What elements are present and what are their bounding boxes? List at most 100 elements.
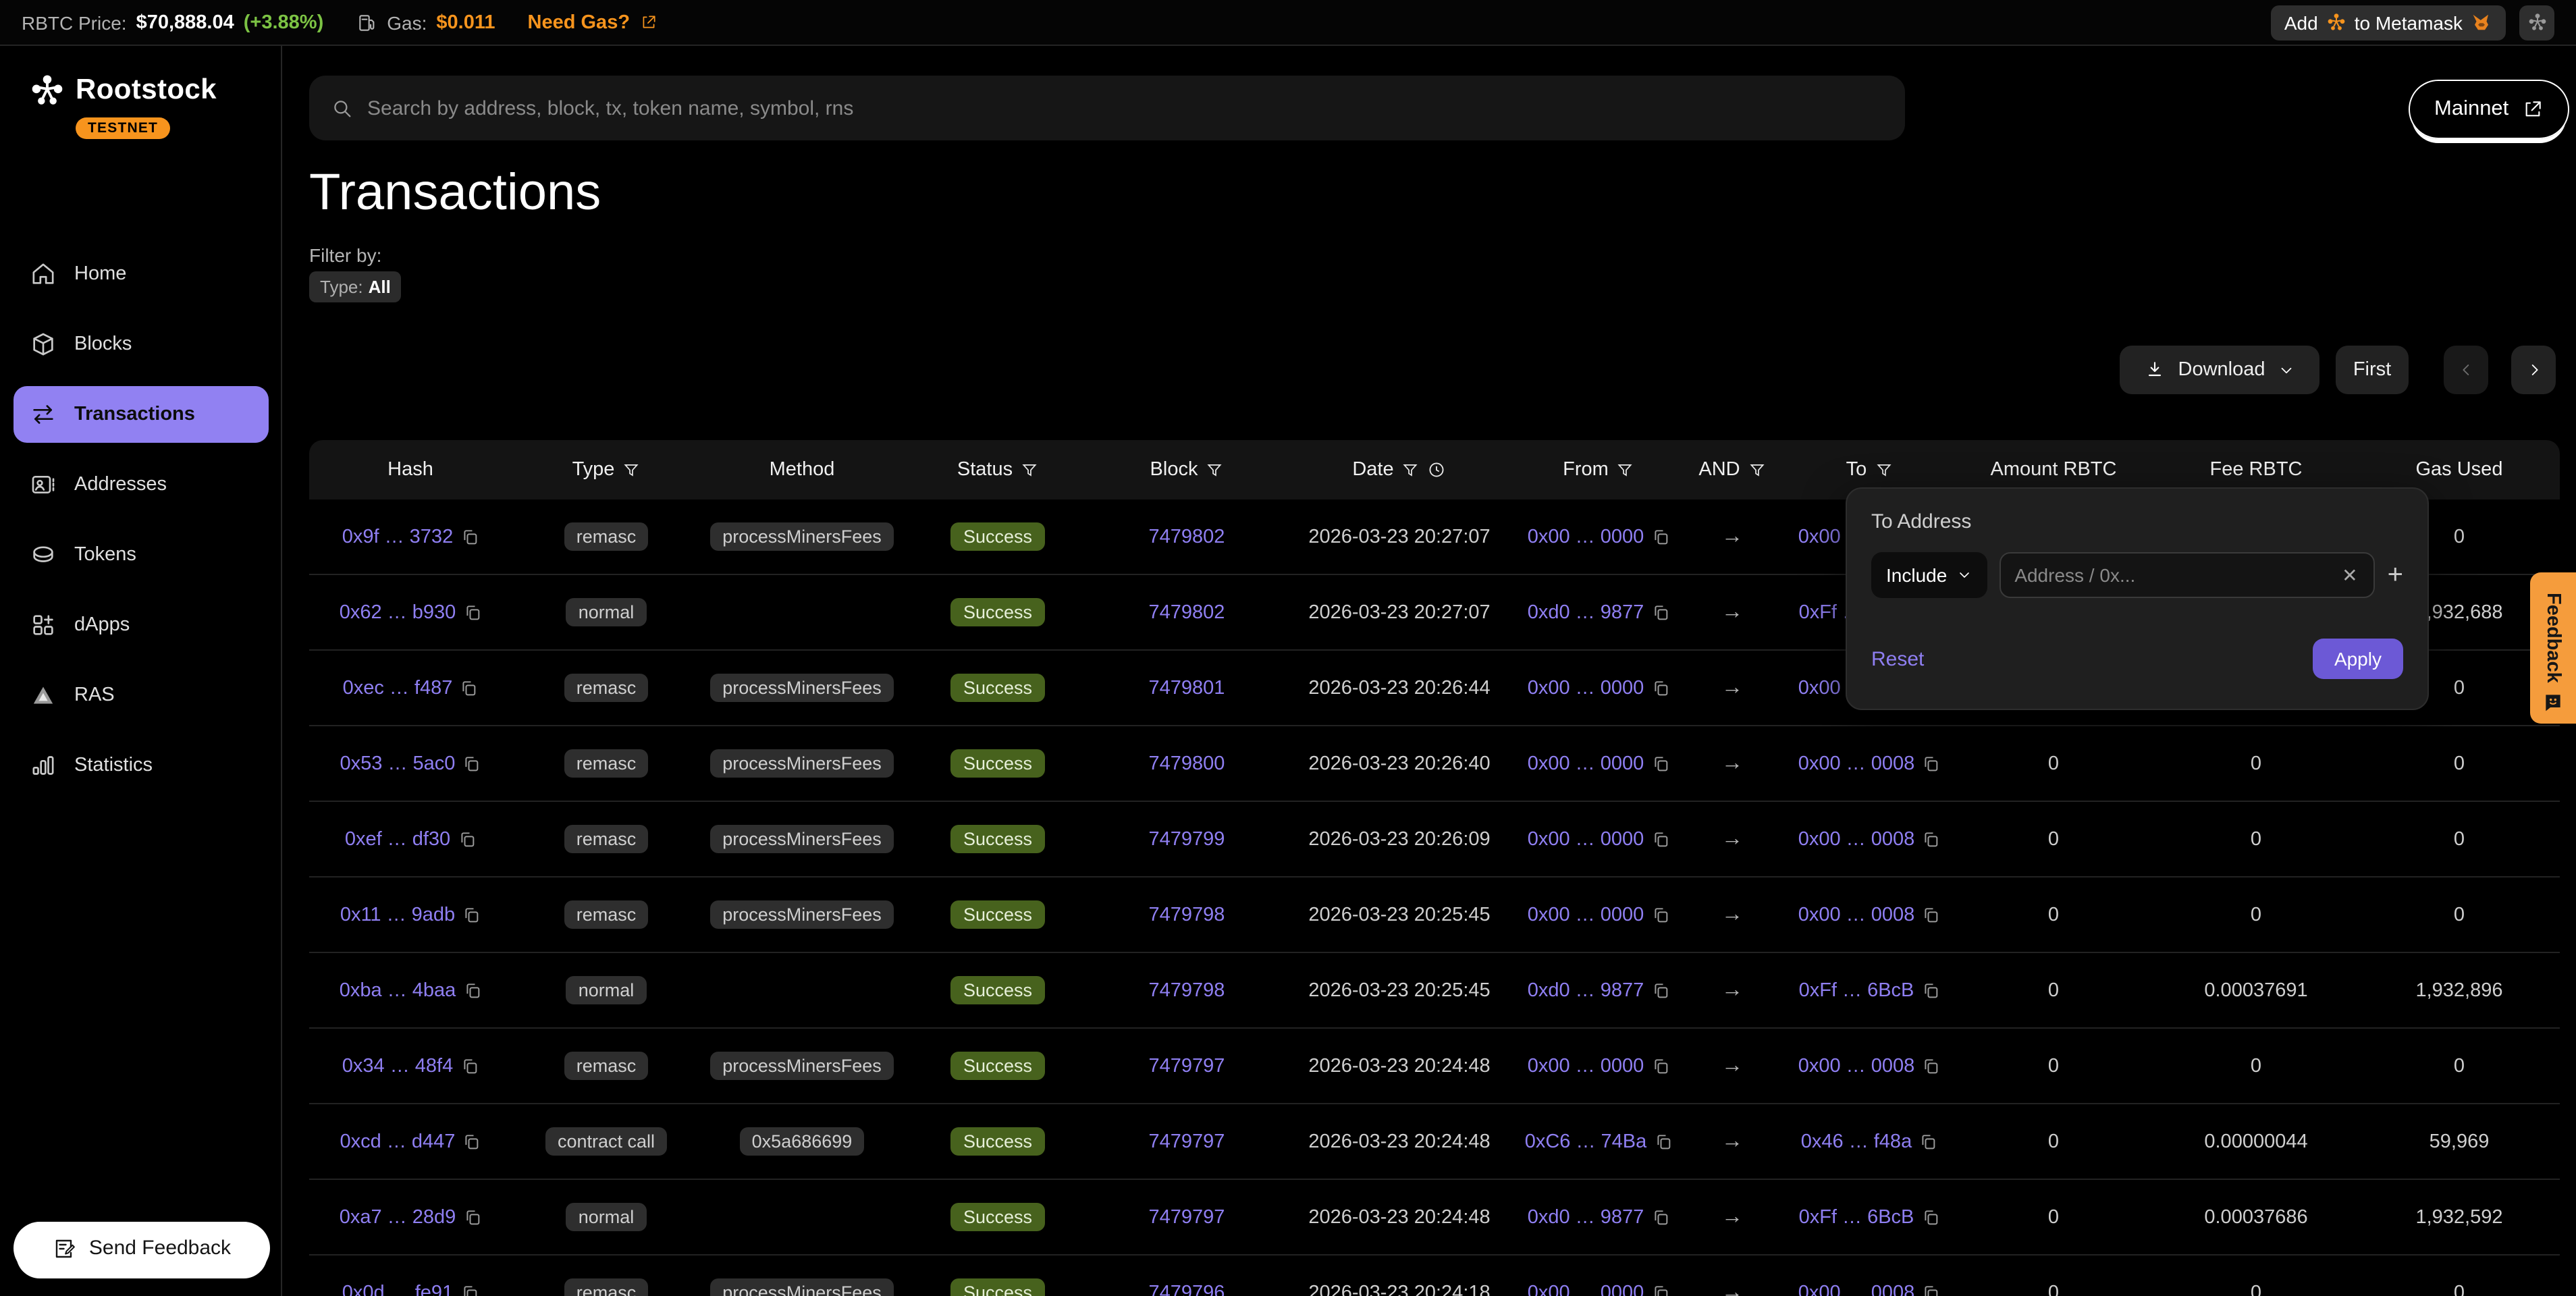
filter-funnel-icon[interactable] [1402, 461, 1420, 479]
copy-icon[interactable] [1651, 830, 1669, 848]
previous-page-button[interactable] [2444, 346, 2488, 394]
sidebar-item-tokens[interactable]: Tokens [14, 526, 269, 583]
include-exclude-select[interactable]: Include [1871, 552, 1987, 598]
tx-hash-link[interactable]: 0x53 … 5ac0 [340, 753, 456, 774]
from-address-link[interactable]: 0x00 … 0000 [1528, 1282, 1644, 1296]
to-address-link[interactable]: 0x46 … f48a [1801, 1131, 1912, 1152]
block-link[interactable]: 7479801 [1149, 677, 1225, 699]
column-header-date[interactable]: Date [1281, 459, 1518, 481]
sidebar-item-transactions[interactable]: Transactions [14, 386, 269, 443]
add-condition-button[interactable]: + [2388, 562, 2403, 589]
tx-hash-link[interactable]: 0x34 … 48f4 [342, 1055, 453, 1077]
copy-icon[interactable] [1921, 1283, 1940, 1296]
column-header-to[interactable]: To [1785, 459, 1954, 481]
copy-icon[interactable] [1651, 1208, 1669, 1226]
reset-button[interactable]: Reset [1871, 647, 1924, 670]
tx-hash-link[interactable]: 0x62 … b930 [340, 601, 456, 623]
add-to-metamask-button[interactable]: Add to Metamask [2271, 5, 2506, 40]
copy-icon[interactable] [460, 1056, 479, 1075]
column-header-block[interactable]: Block [1092, 459, 1281, 481]
to-address-link[interactable]: 0xFf … 6BcB [1799, 979, 1914, 1001]
to-address-link[interactable]: 0x00 … 0008 [1798, 828, 1915, 850]
copy-icon[interactable] [460, 1283, 479, 1296]
sidebar-item-addresses[interactable]: Addresses [14, 456, 269, 513]
network-switch-button[interactable]: Mainnet [2409, 80, 2569, 139]
from-address-link[interactable]: 0xC6 … 74Ba [1525, 1131, 1647, 1152]
copy-icon[interactable] [462, 1208, 481, 1226]
first-page-button[interactable]: First [2336, 346, 2409, 394]
filter-funnel-icon[interactable] [622, 461, 640, 479]
tx-hash-link[interactable]: 0xa7 … 28d9 [340, 1206, 456, 1228]
copy-icon[interactable] [1651, 754, 1669, 773]
block-link[interactable]: 7479802 [1149, 601, 1225, 623]
block-link[interactable]: 7479798 [1149, 979, 1225, 1001]
block-link[interactable]: 7479799 [1149, 828, 1225, 850]
from-address-link[interactable]: 0x00 … 0000 [1528, 1055, 1644, 1077]
tx-hash-link[interactable]: 0xef … df30 [345, 828, 450, 850]
copy-icon[interactable] [1651, 678, 1669, 697]
copy-icon[interactable] [1921, 830, 1940, 848]
from-address-link[interactable]: 0xd0 … 9877 [1528, 601, 1644, 623]
need-gas-link[interactable]: Need Gas? [528, 11, 658, 33]
clock-icon[interactable] [1428, 460, 1447, 479]
block-link[interactable]: 7479798 [1149, 904, 1225, 925]
next-page-button[interactable] [2511, 346, 2556, 394]
feedback-tab[interactable]: Feedback [2530, 572, 2576, 724]
copy-icon[interactable] [1653, 1132, 1672, 1151]
copy-icon[interactable] [462, 603, 481, 622]
type-filter-chip[interactable]: Type: All [309, 271, 402, 302]
tx-hash-link[interactable]: 0x0d … fe91 [342, 1282, 453, 1296]
to-address-link[interactable]: 0xFf … 6BcB [1799, 1206, 1914, 1228]
to-address-link[interactable]: 0x00 … 0008 [1798, 1282, 1915, 1296]
copy-icon[interactable] [1921, 905, 1940, 924]
copy-icon[interactable] [462, 905, 481, 924]
block-link[interactable]: 7479800 [1149, 753, 1225, 774]
rootstock-widget-button[interactable] [2519, 5, 2554, 40]
to-address-link[interactable]: 0x00 … 0008 [1798, 753, 1915, 774]
copy-icon[interactable] [1651, 1056, 1669, 1075]
column-header-status[interactable]: Status [903, 459, 1092, 481]
from-address-link[interactable]: 0x00 … 0000 [1528, 828, 1644, 850]
from-address-link[interactable]: 0xd0 … 9877 [1528, 1206, 1644, 1228]
copy-icon[interactable] [462, 754, 481, 773]
filter-funnel-icon[interactable] [1021, 461, 1038, 479]
tx-hash-link[interactable]: 0x11 … 9adb [340, 904, 455, 925]
copy-icon[interactable] [459, 678, 478, 697]
sidebar-item-dapps[interactable]: dApps [14, 597, 269, 653]
block-link[interactable]: 7479796 [1149, 1282, 1225, 1296]
address-input[interactable] [2014, 564, 2339, 586]
copy-icon[interactable] [460, 527, 479, 546]
to-address-link[interactable]: 0x00 … 0008 [1798, 904, 1915, 925]
block-link[interactable]: 7479797 [1149, 1131, 1225, 1152]
copy-icon[interactable] [1651, 981, 1669, 1000]
brand-block[interactable]: Rootstock TESTNET [0, 46, 281, 139]
search-input[interactable] [367, 97, 1883, 119]
from-address-link[interactable]: 0x00 … 0000 [1528, 753, 1644, 774]
column-header-type[interactable]: Type [512, 459, 701, 481]
from-address-link[interactable]: 0x00 … 0000 [1528, 904, 1644, 925]
filter-funnel-icon[interactable] [1206, 461, 1223, 479]
copy-icon[interactable] [1921, 1056, 1940, 1075]
copy-icon[interactable] [1651, 527, 1669, 546]
download-button[interactable]: Download [2120, 346, 2319, 394]
copy-icon[interactable] [1651, 905, 1669, 924]
copy-icon[interactable] [1921, 1208, 1939, 1226]
tx-hash-link[interactable]: 0xcd … d447 [340, 1131, 456, 1152]
sidebar-item-statistics[interactable]: Statistics [14, 737, 269, 794]
copy-icon[interactable] [462, 981, 481, 1000]
column-header-and[interactable]: AND [1680, 459, 1785, 481]
copy-icon[interactable] [1651, 1283, 1669, 1296]
from-address-link[interactable]: 0x00 … 0000 [1528, 677, 1644, 699]
sidebar-item-ras[interactable]: RAS [14, 667, 269, 724]
filter-funnel-icon[interactable] [1748, 461, 1766, 479]
block-link[interactable]: 7479797 [1149, 1055, 1225, 1077]
apply-button[interactable]: Apply [2313, 639, 2403, 679]
tx-hash-link[interactable]: 0x9f … 3732 [342, 526, 453, 547]
block-link[interactable]: 7479802 [1149, 526, 1225, 547]
send-feedback-button[interactable]: Send Feedback [14, 1222, 270, 1274]
tx-hash-link[interactable]: 0xba … 4baa [340, 979, 456, 1001]
copy-icon[interactable] [1651, 603, 1669, 622]
copy-icon[interactable] [457, 830, 476, 848]
filter-funnel-icon[interactable] [1617, 461, 1634, 479]
clear-input-icon[interactable]: ✕ [2339, 564, 2360, 587]
